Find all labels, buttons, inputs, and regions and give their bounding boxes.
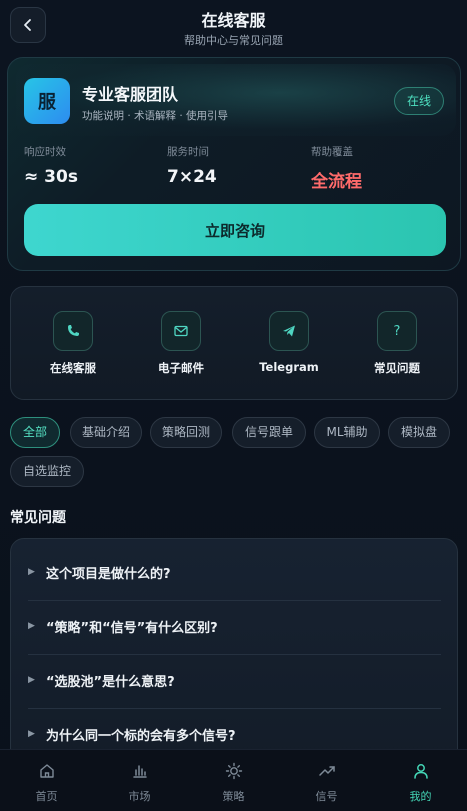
contact-label: 常见问题 [374, 361, 420, 375]
contact-options-card: 在线客服 电子邮件 Telegram ? 常见问题 [10, 286, 458, 400]
nav-signal[interactable]: 信号 [280, 760, 373, 804]
faq-question: 为什么同一个标的会有多个信号? [46, 729, 236, 744]
faq-heading: 常见问题 [10, 510, 66, 526]
contact-label: 在线客服 [50, 361, 96, 375]
page-subtitle: 帮助中心与常见问题 [184, 34, 283, 47]
contact-telegram[interactable]: Telegram [239, 311, 339, 374]
stat-service-hours: 服务时间 7×24 [167, 144, 217, 187]
nav-home[interactable]: 首页 [0, 760, 93, 804]
team-tags: 功能说明 · 术语解释 · 使用引导 [82, 110, 229, 122]
chip-basic-intro[interactable]: 基础介绍 [70, 417, 142, 448]
nav-strategy[interactable]: 策略 [187, 760, 280, 804]
nav-label: 我的 [409, 790, 432, 803]
nav-label: 首页 [35, 790, 58, 803]
contact-label: 电子邮件 [158, 361, 204, 375]
trend-icon [316, 760, 338, 782]
page-title: 在线客服 [201, 11, 266, 30]
stat-label: 响应时效 [24, 146, 66, 158]
top-header: 在线客服 帮助中心与常见问题 [0, 0, 467, 56]
telegram-icon [269, 311, 309, 351]
stat-label: 服务时间 [167, 146, 209, 158]
chip-strategy-backtest[interactable]: 策略回测 [150, 417, 222, 448]
divider [28, 600, 441, 601]
faq-list: ▶ 这个项目是做什么的? ▶ “策略”和“信号”有什么区别? ▶ “选股池”是什… [10, 538, 458, 778]
caret-right-icon: ▶ [28, 675, 35, 685]
phone-icon [53, 311, 93, 351]
question-icon: ? [377, 311, 417, 351]
help-center-page: 在线客服 帮助中心与常见问题 服 专业客服团队 功能说明 · 术语解释 · 使用… [0, 0, 467, 811]
faq-item[interactable]: ▶ 这个项目是做什么的? [28, 549, 441, 601]
bar-chart-icon [129, 760, 151, 782]
chip-signal-follow[interactable]: 信号跟单 [232, 417, 306, 448]
contact-label: Telegram [259, 360, 319, 374]
stat-value: ≈ 30s [24, 167, 78, 187]
chip-paper-trading[interactable]: 模拟盘 [388, 417, 450, 448]
nav-label: 信号 [315, 790, 338, 803]
faq-question: “策略”和“信号”有什么区别? [46, 621, 218, 636]
chip-watchlist-monitor[interactable]: 自选监控 [10, 456, 84, 487]
caret-right-icon: ▶ [28, 729, 35, 739]
nav-profile[interactable]: 我的 [374, 760, 467, 804]
status-badge: 在线 [393, 87, 444, 115]
team-logo: 服 [24, 78, 70, 124]
caret-right-icon: ▶ [28, 567, 35, 577]
contact-online-support[interactable]: 在线客服 [23, 311, 123, 376]
mail-icon [161, 311, 201, 351]
faq-question: 这个项目是做什么的? [46, 567, 171, 582]
faq-item[interactable]: ▶ “策略”和“信号”有什么区别? [28, 603, 441, 655]
contact-faq[interactable]: ? 常见问题 [347, 311, 447, 376]
stat-response-time: 响应时效 ≈ 30s [24, 144, 78, 187]
nav-label: 市场 [128, 790, 151, 803]
stat-coverage: 帮助覆盖 全流程 [311, 144, 362, 192]
stat-label: 帮助覆盖 [311, 146, 353, 158]
stat-value: 7×24 [167, 167, 217, 187]
team-name: 专业客服团队 [82, 85, 179, 104]
faq-question: “选股池”是什么意思? [46, 675, 175, 690]
nav-label: 策略 [222, 790, 245, 803]
nav-market[interactable]: 市场 [93, 760, 186, 804]
chip-all[interactable]: 全部 [10, 417, 60, 448]
faq-item[interactable]: ▶ “选股池”是什么意思? [28, 657, 441, 709]
stat-value: 全流程 [311, 172, 362, 192]
divider [28, 654, 441, 655]
home-icon [36, 760, 58, 782]
divider [28, 708, 441, 709]
user-icon [410, 760, 432, 782]
caret-right-icon: ▶ [28, 621, 35, 631]
chip-ml-assist[interactable]: ML辅助 [314, 417, 380, 448]
support-team-card: 服 专业客服团队 功能说明 · 术语解释 · 使用引导 在线 响应时效 ≈ 30… [7, 57, 461, 271]
sun-icon [223, 760, 245, 782]
contact-email[interactable]: 电子邮件 [131, 311, 231, 376]
bottom-nav: 首页 市场 策略 信号 我的 [0, 749, 467, 811]
consult-now-button[interactable]: 立即咨询 [24, 204, 446, 256]
